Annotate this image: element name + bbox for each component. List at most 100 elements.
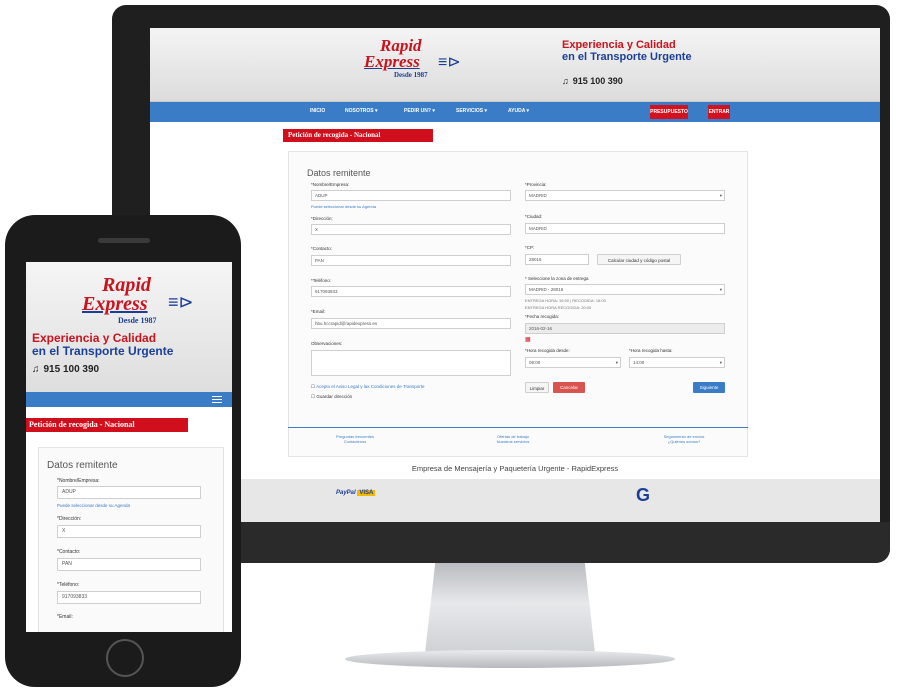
hora-desde-select[interactable]: 09:00 ▾: [525, 357, 621, 368]
email-input[interactable]: hbu.hccrapid@rapidexpress.es: [311, 318, 511, 329]
footer-col2: Ofertas de trabajo Nuestros servicios: [468, 434, 558, 444]
mobile-card-title: Datos remitente: [47, 460, 118, 471]
observaciones-textarea[interactable]: [311, 350, 511, 376]
hora-hasta-select[interactable]: 14:00 ▾: [629, 357, 725, 368]
mobile-contacto-input[interactable]: PAN: [57, 558, 201, 571]
phone-speaker: [98, 238, 150, 243]
ciudad-label: *Ciudad:: [525, 214, 543, 219]
contacto-input[interactable]: PAN: [311, 255, 511, 266]
page-banner: Petición de recogida - Nacional: [283, 129, 433, 142]
phone-home-button[interactable]: [106, 639, 144, 677]
zona-note2: ENTREGA HORA RECOGIDA: 20:00: [525, 305, 592, 310]
mobile-telefono-input[interactable]: 917093833: [57, 591, 201, 604]
provincia-label: *Provincia:: [525, 182, 547, 187]
telefono-input[interactable]: 917093833: [311, 286, 511, 297]
hora-hasta-label: *Hora recogida hasta:: [629, 348, 673, 353]
mobile-phone-number: 915 100 390: [43, 364, 100, 375]
headset-icon: ♫: [32, 364, 40, 375]
nav-nosotros[interactable]: NOSOTROS ▾: [345, 108, 378, 114]
mobile-direccion-input[interactable]: X: [57, 525, 201, 538]
cp-input[interactable]: 28016: [525, 254, 589, 265]
hamburger-menu-icon[interactable]: [212, 396, 222, 403]
zona-label: * Seleccione la zona de entrega: [525, 276, 589, 281]
zona-value: MADRID - 28016: [529, 287, 564, 292]
mobile-screen: Rapid Express Desde 1987 ≡⊳ Experiencia …: [26, 262, 232, 632]
mobile-slogan: Experiencia y Calidad en el Transporte U…: [32, 332, 173, 357]
checkbox-legal-label: Acepto el Aviso Legal y las Condiciones …: [316, 384, 425, 389]
card-divider: [288, 427, 748, 428]
zona-select[interactable]: MADRID - 28016 ▾: [525, 284, 725, 295]
site-tagline: Empresa de Mensajería y Paquetería Urgen…: [411, 464, 619, 473]
email-label: *Email:: [311, 309, 326, 314]
calcular-cp-button[interactable]: Calcular ciudad y código postal: [597, 254, 681, 265]
mobile-logo-line2: Express: [82, 293, 148, 315]
monitor-stand: [425, 563, 595, 653]
limpiar-button[interactable]: Limpiar: [525, 382, 549, 393]
hora-hasta-value: 14:00: [633, 360, 645, 365]
mobile-header: Rapid Express Desde 1987 ≡⊳ Experiencia …: [26, 262, 232, 392]
chevron-down-icon: ▾: [719, 287, 722, 292]
desktop-screen: Rapid Express Desde 1987 ≡⊳ Experiencia …: [150, 28, 880, 522]
ciudad-input[interactable]: MADRID: [525, 223, 725, 234]
zona-note1: ENTREGA HORA: 15:00 | RECOGIDA: 15:00: [525, 298, 606, 303]
agenda-link[interactable]: Puede seleccionar desde su Agenda: [311, 204, 376, 209]
nombre-input[interactable]: ADUP: [311, 190, 511, 201]
checkbox-icon[interactable]: ☐: [311, 384, 315, 389]
cancelar-button[interactable]: Cancelar: [553, 382, 585, 393]
mobile-slogan-line2: en el Transporte Urgente: [32, 343, 174, 358]
footer-col3: Seguimiento de envíos ¿Quiénes somos?: [634, 434, 734, 444]
nav-inicio[interactable]: INICIO: [310, 108, 325, 114]
mobile-nav: [26, 392, 232, 407]
accessibility-icon[interactable]: G: [636, 485, 650, 506]
footer-col1: Preguntas frecuentes Contáctenos: [310, 434, 400, 444]
nav-pedir[interactable]: PEDIR UN? ▾: [404, 108, 435, 114]
mobile-agenda-link[interactable]: Puede seleccionar desde su Agenda: [57, 503, 130, 508]
checkbox-guardar[interactable]: ☐ Guardar dirección: [311, 394, 352, 400]
mobile-email-label: *Email:: [57, 614, 73, 620]
telefono-label: *Teléfono:: [311, 278, 332, 283]
mobile-direccion-label: *Dirección:: [57, 516, 82, 522]
cp-label: *CP:: [525, 245, 535, 250]
contacto-label: *Contacto:: [311, 246, 333, 251]
logo-line3: Desde 1987: [394, 71, 428, 80]
slogan-line1: Experiencia y Calidad: [562, 39, 676, 51]
site-nav: INICIO NOSOTROS ▾ PEDIR UN? ▾ SERVICIOS …: [150, 102, 880, 122]
mobile-logo[interactable]: Rapid Express Desde 1987: [82, 275, 156, 325]
quienes-link[interactable]: ¿Quiénes somos?: [634, 439, 734, 444]
mobile-nombre-input[interactable]: ADUP: [57, 486, 201, 499]
siguiente-button[interactable]: Siguiente: [693, 382, 725, 393]
provincia-value: MADRID: [529, 193, 547, 198]
calendar-icon[interactable]: ▦: [525, 336, 531, 343]
mobile-phone: ♫ 915 100 390: [32, 364, 99, 375]
mobile-contacto-label: *Contacto:: [57, 549, 81, 555]
fecha-input[interactable]: 2016-02-16: [525, 323, 725, 334]
chevron-down-icon: ▾: [719, 193, 722, 198]
mobile-nombre-label: *Nombre/Empresa:: [57, 478, 100, 484]
nav-servicios[interactable]: SERVICIOS ▾: [456, 108, 487, 114]
servicios-link[interactable]: Nuestros servicios: [468, 439, 558, 444]
presupuesto-button[interactable]: PRESUPUESTO: [650, 105, 688, 119]
paypal-text: PayPal: [336, 490, 356, 496]
chevron-down-icon: ▾: [615, 360, 618, 365]
checkbox-icon[interactable]: ☐: [311, 394, 315, 399]
card-title: Datos remitente: [307, 168, 371, 178]
contacto-link[interactable]: Contáctenos: [310, 439, 400, 444]
nombre-label: *Nombre/Empresa:: [311, 182, 350, 187]
site-header: Rapid Express Desde 1987 ≡⊳ Experiencia …: [150, 28, 880, 102]
mobile-telefono-label: *Teléfono:: [57, 582, 80, 588]
nav-ayuda[interactable]: AYUDA ▾: [508, 108, 529, 114]
checkbox-legal[interactable]: ☐ Acepto el Aviso Legal y las Condicione…: [311, 384, 425, 390]
site-phone: ♫ 915 100 390: [562, 76, 623, 86]
logo-swoosh-icon: ≡⊳: [438, 54, 461, 71]
entrar-button[interactable]: ENTRAR: [708, 105, 730, 119]
site-slogan: Experiencia y Calidad en el Transporte U…: [562, 39, 692, 63]
direccion-label: *Dirección:: [311, 216, 333, 221]
pickup-form: Datos remitente *Nombre/Empresa: ADUP Pu…: [288, 151, 748, 457]
site-logo[interactable]: Rapid Express Desde 1987: [364, 37, 428, 80]
visa-logo: VISA: [357, 490, 376, 496]
direccion-input[interactable]: X: [311, 224, 511, 235]
paypal-logo: PayPal VISA: [336, 490, 376, 496]
provincia-select[interactable]: MADRID ▾: [525, 190, 725, 201]
fecha-label: *Fecha recogida:: [525, 314, 560, 319]
checkbox-guardar-label: Guardar dirección: [316, 394, 353, 399]
